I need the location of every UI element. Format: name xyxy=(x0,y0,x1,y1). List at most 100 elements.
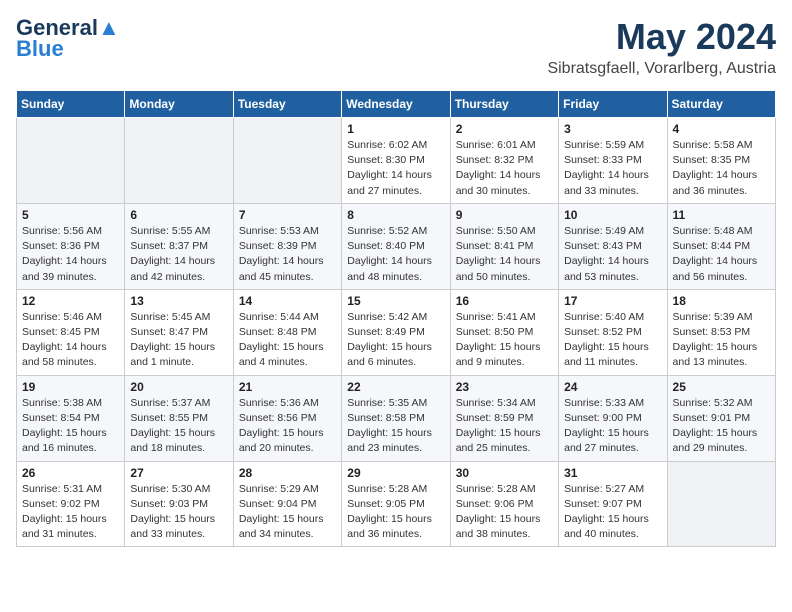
calendar-cell: 9Sunrise: 5:50 AM Sunset: 8:41 PM Daylig… xyxy=(450,203,558,289)
day-info: Sunrise: 5:58 AM Sunset: 8:35 PM Dayligh… xyxy=(673,138,770,199)
day-info: Sunrise: 5:39 AM Sunset: 8:53 PM Dayligh… xyxy=(673,310,770,371)
day-info: Sunrise: 5:52 AM Sunset: 8:40 PM Dayligh… xyxy=(347,224,444,285)
day-info: Sunrise: 5:32 AM Sunset: 9:01 PM Dayligh… xyxy=(673,396,770,457)
day-number: 14 xyxy=(239,294,336,308)
day-info: Sunrise: 5:41 AM Sunset: 8:50 PM Dayligh… xyxy=(456,310,553,371)
day-info: Sunrise: 5:44 AM Sunset: 8:48 PM Dayligh… xyxy=(239,310,336,371)
calendar-cell: 11 Sunrise: 5:48 AM Sunset: 8:44 PM Dayli… xyxy=(667,203,775,289)
column-header-tuesday: Tuesday xyxy=(233,91,341,118)
day-number: 27 xyxy=(130,466,227,480)
calendar-week-3: 12 Sunrise: 5:46 AM Sunset: 8:45 PM Dayli… xyxy=(17,289,776,375)
calendar-week-5: 26 Sunrise: 5:31 AM Sunset: 9:02 PM Dayli… xyxy=(17,461,776,547)
day-number: 15 xyxy=(347,294,444,308)
logo: General▲ Blue xyxy=(16,16,120,62)
calendar-cell xyxy=(17,118,125,204)
month-title: May 2024 xyxy=(547,16,776,58)
calendar-cell: 8Sunrise: 5:52 AM Sunset: 8:40 PM Daylig… xyxy=(342,203,450,289)
day-info: Sunrise: 5:30 AM Sunset: 9:03 PM Dayligh… xyxy=(130,482,227,543)
day-number: 10 xyxy=(564,208,661,222)
calendar-cell: 5 Sunrise: 5:56 AM Sunset: 8:36 PM Daylig… xyxy=(17,203,125,289)
column-header-saturday: Saturday xyxy=(667,91,775,118)
calendar-cell: 18 Sunrise: 5:39 AM Sunset: 8:53 PM Dayli… xyxy=(667,289,775,375)
day-info: Sunrise: 5:59 AM Sunset: 8:33 PM Dayligh… xyxy=(564,138,661,199)
day-number: 13 xyxy=(130,294,227,308)
day-info: Sunrise: 5:28 AM Sunset: 9:06 PM Dayligh… xyxy=(456,482,553,543)
column-header-thursday: Thursday xyxy=(450,91,558,118)
calendar-cell: 12 Sunrise: 5:46 AM Sunset: 8:45 PM Dayli… xyxy=(17,289,125,375)
day-number: 11 xyxy=(673,208,770,222)
calendar-cell: 23Sunrise: 5:34 AM Sunset: 8:59 PM Dayli… xyxy=(450,375,558,461)
calendar-table: SundayMondayTuesdayWednesdayThursdayFrid… xyxy=(16,90,776,547)
day-number: 12 xyxy=(22,294,119,308)
calendar-cell: 30 Sunrise: 5:28 AM Sunset: 9:06 PM Dayli… xyxy=(450,461,558,547)
calendar-cell: 13 Sunrise: 5:45 AM Sunset: 8:47 PM Dayli… xyxy=(125,289,233,375)
day-number: 4 xyxy=(673,122,770,136)
column-header-friday: Friday xyxy=(559,91,667,118)
calendar-week-1: 1Sunrise: 6:02 AM Sunset: 8:30 PM Daylig… xyxy=(17,118,776,204)
day-info: Sunrise: 5:50 AM Sunset: 8:41 PM Dayligh… xyxy=(456,224,553,285)
calendar-cell: 28Sunrise: 5:29 AM Sunset: 9:04 PM Dayli… xyxy=(233,461,341,547)
day-info: Sunrise: 5:42 AM Sunset: 8:49 PM Dayligh… xyxy=(347,310,444,371)
calendar-cell: 2Sunrise: 6:01 AM Sunset: 8:32 PM Daylig… xyxy=(450,118,558,204)
day-number: 1 xyxy=(347,122,444,136)
day-number: 26 xyxy=(22,466,119,480)
day-number: 18 xyxy=(673,294,770,308)
day-number: 21 xyxy=(239,380,336,394)
day-number: 19 xyxy=(22,380,119,394)
day-info: Sunrise: 5:29 AM Sunset: 9:04 PM Dayligh… xyxy=(239,482,336,543)
day-number: 3 xyxy=(564,122,661,136)
day-info: Sunrise: 5:45 AM Sunset: 8:47 PM Dayligh… xyxy=(130,310,227,371)
calendar-cell: 26 Sunrise: 5:31 AM Sunset: 9:02 PM Dayli… xyxy=(17,461,125,547)
day-info: Sunrise: 5:46 AM Sunset: 8:45 PM Dayligh… xyxy=(22,310,119,371)
calendar-cell: 1Sunrise: 6:02 AM Sunset: 8:30 PM Daylig… xyxy=(342,118,450,204)
day-info: Sunrise: 5:56 AM Sunset: 8:36 PM Dayligh… xyxy=(22,224,119,285)
column-header-monday: Monday xyxy=(125,91,233,118)
calendar-week-4: 19Sunrise: 5:38 AM Sunset: 8:54 PM Dayli… xyxy=(17,375,776,461)
day-info: Sunrise: 5:28 AM Sunset: 9:05 PM Dayligh… xyxy=(347,482,444,543)
day-info: Sunrise: 5:55 AM Sunset: 8:37 PM Dayligh… xyxy=(130,224,227,285)
calendar-cell xyxy=(667,461,775,547)
day-info: Sunrise: 5:53 AM Sunset: 8:39 PM Dayligh… xyxy=(239,224,336,285)
day-number: 5 xyxy=(22,208,119,222)
column-header-wednesday: Wednesday xyxy=(342,91,450,118)
calendar-cell: 24Sunrise: 5:33 AM Sunset: 9:00 PM Dayli… xyxy=(559,375,667,461)
calendar-cell: 6 Sunrise: 5:55 AM Sunset: 8:37 PM Daylig… xyxy=(125,203,233,289)
calendar-cell: 31Sunrise: 5:27 AM Sunset: 9:07 PM Dayli… xyxy=(559,461,667,547)
day-info: Sunrise: 5:31 AM Sunset: 9:02 PM Dayligh… xyxy=(22,482,119,543)
calendar-cell: 14 Sunrise: 5:44 AM Sunset: 8:48 PM Dayli… xyxy=(233,289,341,375)
day-info: Sunrise: 5:48 AM Sunset: 8:44 PM Dayligh… xyxy=(673,224,770,285)
calendar-cell: 17 Sunrise: 5:40 AM Sunset: 8:52 PM Dayli… xyxy=(559,289,667,375)
calendar-cell: 21 Sunrise: 5:36 AM Sunset: 8:56 PM Dayli… xyxy=(233,375,341,461)
column-header-sunday: Sunday xyxy=(17,91,125,118)
day-number: 6 xyxy=(130,208,227,222)
location-subtitle: Sibratsgfaell, Vorarlberg, Austria xyxy=(547,60,776,78)
calendar-cell: 27 Sunrise: 5:30 AM Sunset: 9:03 PM Dayli… xyxy=(125,461,233,547)
day-info: Sunrise: 5:34 AM Sunset: 8:59 PM Dayligh… xyxy=(456,396,553,457)
day-info: Sunrise: 6:01 AM Sunset: 8:32 PM Dayligh… xyxy=(456,138,553,199)
day-number: 7 xyxy=(239,208,336,222)
calendar-cell: 16Sunrise: 5:41 AM Sunset: 8:50 PM Dayli… xyxy=(450,289,558,375)
calendar-header-row: SundayMondayTuesdayWednesdayThursdayFrid… xyxy=(17,91,776,118)
title-block: May 2024 Sibratsgfaell, Vorarlberg, Aust… xyxy=(547,16,776,78)
day-info: Sunrise: 5:35 AM Sunset: 8:58 PM Dayligh… xyxy=(347,396,444,457)
page-header: General▲ Blue May 2024 Sibratsgfaell, Vo… xyxy=(16,16,776,78)
logo-blue: Blue xyxy=(16,36,64,62)
calendar-cell xyxy=(233,118,341,204)
calendar-cell xyxy=(125,118,233,204)
calendar-cell: 20Sunrise: 5:37 AM Sunset: 8:55 PM Dayli… xyxy=(125,375,233,461)
calendar-week-2: 5 Sunrise: 5:56 AM Sunset: 8:36 PM Daylig… xyxy=(17,203,776,289)
day-info: Sunrise: 5:27 AM Sunset: 9:07 PM Dayligh… xyxy=(564,482,661,543)
day-info: Sunrise: 5:36 AM Sunset: 8:56 PM Dayligh… xyxy=(239,396,336,457)
day-number: 22 xyxy=(347,380,444,394)
calendar-cell: 29Sunrise: 5:28 AM Sunset: 9:05 PM Dayli… xyxy=(342,461,450,547)
day-info: Sunrise: 5:40 AM Sunset: 8:52 PM Dayligh… xyxy=(564,310,661,371)
day-number: 17 xyxy=(564,294,661,308)
day-number: 20 xyxy=(130,380,227,394)
day-number: 30 xyxy=(456,466,553,480)
calendar-cell: 15 Sunrise: 5:42 AM Sunset: 8:49 PM Dayli… xyxy=(342,289,450,375)
day-number: 24 xyxy=(564,380,661,394)
calendar-cell: 3 Sunrise: 5:59 AM Sunset: 8:33 PM Daylig… xyxy=(559,118,667,204)
calendar-cell: 7 Sunrise: 5:53 AM Sunset: 8:39 PM Daylig… xyxy=(233,203,341,289)
day-info: Sunrise: 5:49 AM Sunset: 8:43 PM Dayligh… xyxy=(564,224,661,285)
calendar-cell: 19Sunrise: 5:38 AM Sunset: 8:54 PM Dayli… xyxy=(17,375,125,461)
